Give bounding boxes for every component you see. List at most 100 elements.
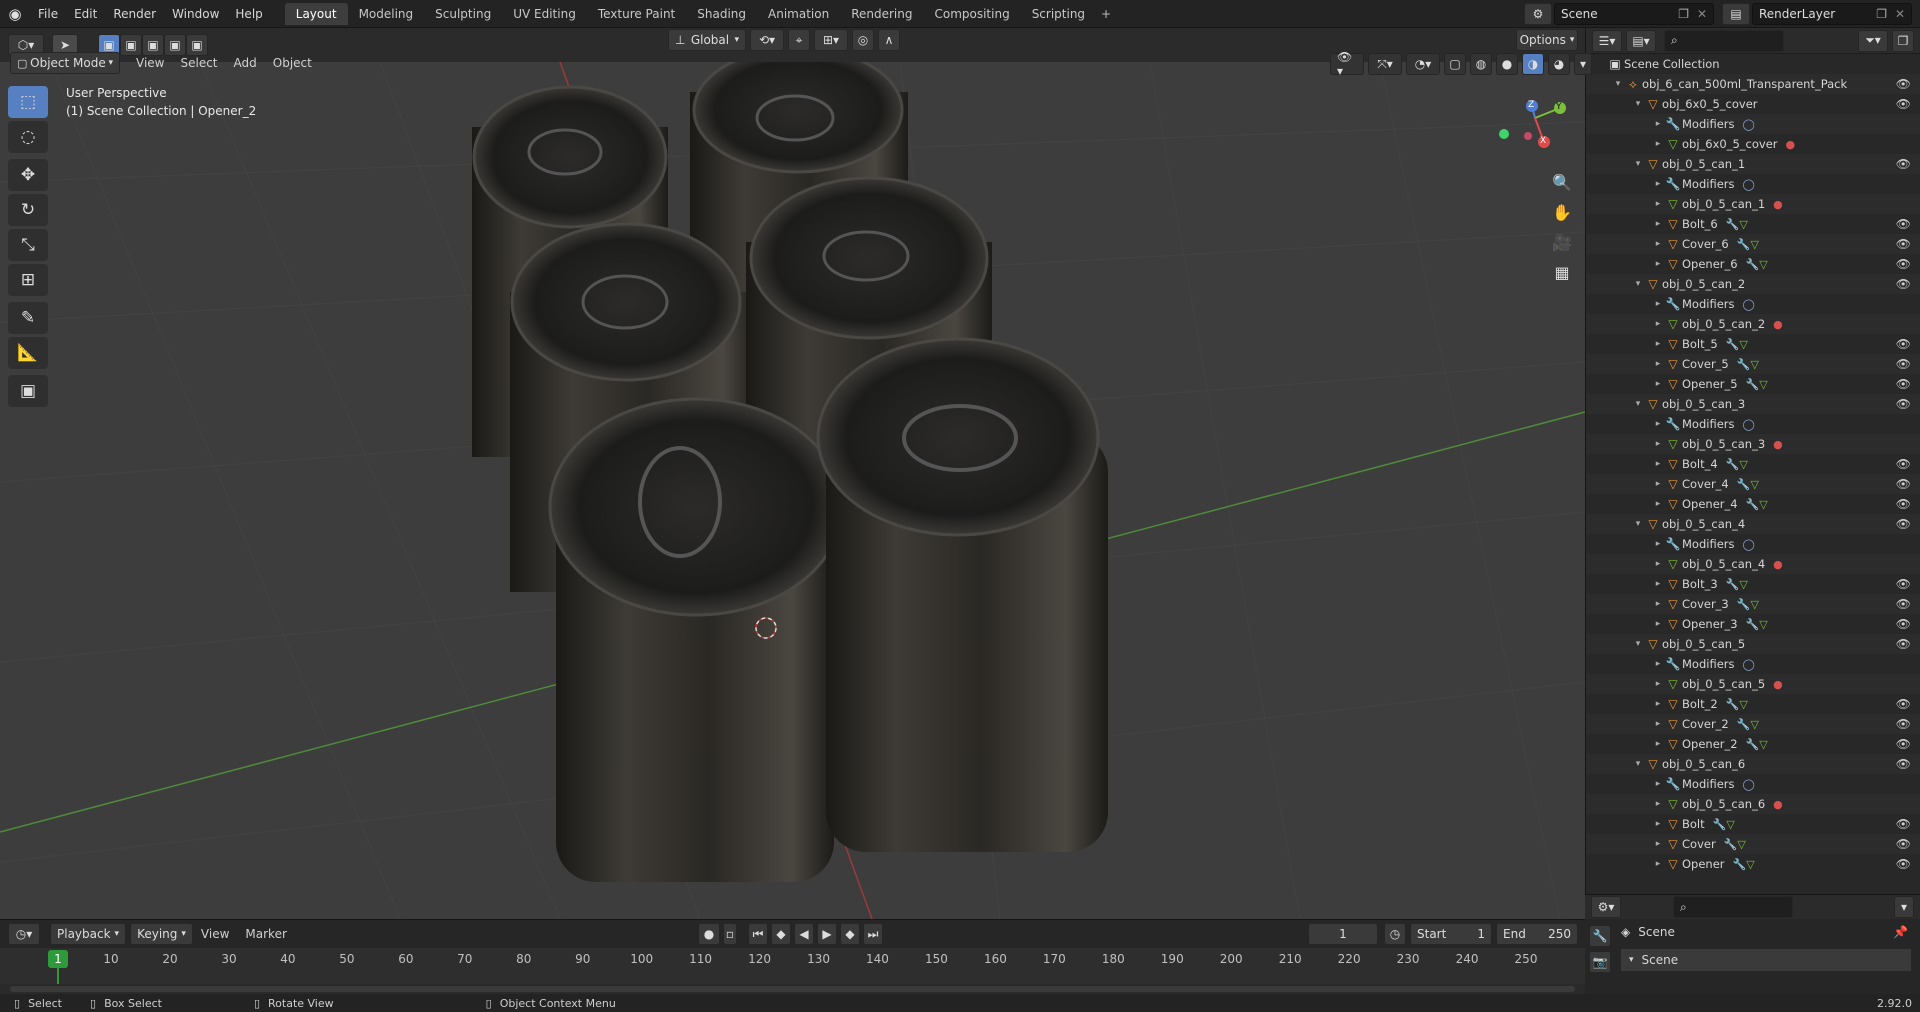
outliner-row[interactable]: ▾ ⟡ obj_6_can_500ml_Transparent_Pack 👁 [1586,74,1920,94]
expand-toggle-icon[interactable]: ▸ [1652,299,1664,309]
keying-dropdown[interactable]: Keying ▾ [130,923,193,945]
camera-view-icon[interactable]: 🎥 [1548,228,1576,256]
material-badge-icon[interactable]: ● [1786,138,1796,151]
modifier-mesh-badge-icon[interactable]: 🔧▽ [1746,498,1768,511]
modifier-mesh-badge-icon[interactable]: 🔧▽ [1737,478,1759,491]
outliner-row[interactable]: ▸ ▽ Opener_2 🔧▽ 👁 [1586,734,1920,754]
menu-window[interactable]: Window [164,0,227,28]
expand-toggle-icon[interactable]: ▸ [1652,499,1664,509]
modifier-mesh-badge-icon[interactable]: 🔧▽ [1737,238,1759,251]
modifier-mesh-badge-icon[interactable]: 🔧▽ [1713,818,1735,831]
outliner-row[interactable]: ▸ ▽ obj_0_5_can_1 ● [1586,194,1920,214]
proportional-edit-icon[interactable]: ◎ [852,29,874,51]
outliner-row[interactable]: ▸ 🔧 Modifiers ◯ [1586,294,1920,314]
overlay-icon[interactable]: ◔▾ [1406,53,1440,75]
timeline-editor-type-icon[interactable]: ◷▾ [8,923,40,945]
visibility-eye-icon[interactable]: 👁 [1896,477,1911,491]
expand-toggle-icon[interactable]: ▾ [1632,99,1644,109]
expand-toggle-icon[interactable]: ▸ [1652,119,1664,129]
outliner-row[interactable]: ▸ 🔧 Modifiers ◯ [1586,654,1920,674]
modifier-badge-icon[interactable]: ◯ [1743,538,1755,551]
tab-layout[interactable]: Layout [284,2,348,25]
expand-toggle-icon[interactable]: ▸ [1652,559,1664,569]
transform-tool-icon[interactable]: ⊞ [8,264,48,296]
modifier-mesh-badge-icon[interactable]: 🔧▽ [1733,858,1755,871]
visibility-eye-icon[interactable]: 👁 [1896,457,1911,471]
modifier-mesh-badge-icon[interactable]: 🔧▽ [1746,378,1768,391]
can-front-left[interactable] [548,397,844,882]
expand-toggle-icon[interactable]: ▾ [1632,159,1644,169]
visibility-eye-icon[interactable]: 👁 [1896,497,1911,511]
outliner-row[interactable]: ▾ ▽ obj_0_5_can_1 👁 [1586,154,1920,174]
expand-toggle-icon[interactable]: ▸ [1652,679,1664,689]
expand-toggle-icon[interactable]: ▾ [1612,79,1624,89]
tab-modeling[interactable]: Modeling [348,3,425,25]
tool-tab-icon[interactable]: 🔧 [1589,925,1611,947]
modifier-mesh-badge-icon[interactable]: 🔧▽ [1726,218,1748,231]
visibility-eye-icon[interactable]: 👁 [1896,597,1911,611]
menu-view[interactable]: View [128,56,172,70]
expand-toggle-icon[interactable]: ▸ [1652,659,1664,669]
menu-help[interactable]: Help [227,0,270,28]
playback-dropdown[interactable]: Playback ▾ [50,923,127,945]
move-tool-icon[interactable]: ✥ [8,159,48,191]
auto-key-icon[interactable]: ▫ [723,923,737,945]
jump-end-icon[interactable]: ⏭ [863,923,883,945]
expand-toggle-icon[interactable]: ▸ [1652,819,1664,829]
tab-sculpting[interactable]: Sculpting [424,3,502,25]
annotate-tool-icon[interactable]: ✎ [8,302,48,334]
visibility-eye-icon[interactable]: 👁 [1896,337,1911,351]
expand-toggle-icon[interactable]: ▸ [1652,719,1664,729]
modifier-mesh-badge-icon[interactable]: 🔧▽ [1737,598,1759,611]
zoom-icon[interactable]: 🔍 [1548,168,1576,196]
tab-animation[interactable]: Animation [757,3,840,25]
render-layer-icon[interactable]: ▤ [1722,3,1750,25]
falloff-icon[interactable]: ∧ [878,29,900,51]
tab-shading[interactable]: Shading [686,3,757,25]
expand-toggle-icon[interactable]: ▸ [1652,799,1664,809]
outliner-row[interactable]: ▸ ▽ Bolt_3 🔧▽ 👁 [1586,574,1920,594]
menu-object[interactable]: Object [265,56,320,70]
outliner-row[interactable]: ▸ ▽ obj_6x0_5_cover ● [1586,134,1920,154]
snap-icon[interactable]: ⌖ [788,29,810,51]
modifier-mesh-badge-icon[interactable]: 🔧▽ [1737,718,1759,731]
material-badge-icon[interactable]: ● [1773,198,1783,211]
expand-toggle-icon[interactable]: ▸ [1652,179,1664,189]
prev-keyframe-icon[interactable]: ◆ [771,923,791,945]
timeline-scrollbar[interactable] [10,986,1575,992]
options-dropdown[interactable]: Options ▾ [1516,29,1578,51]
expand-toggle-icon[interactable]: ▸ [1652,359,1664,369]
expand-toggle-icon[interactable]: ▸ [1652,139,1664,149]
play-icon[interactable]: ▶ [817,923,837,945]
outliner-row[interactable]: ▸ 🔧 Modifiers ◯ [1586,414,1920,434]
expand-toggle-icon[interactable]: ▸ [1652,459,1664,469]
render-layer-selector[interactable]: RenderLayer ❐ ✕ [1752,3,1912,25]
new-collection-icon[interactable]: ❐ [1892,29,1914,52]
visibility-eye-icon[interactable]: 👁 [1896,837,1911,851]
copy-icon[interactable]: ❐ [1876,7,1887,21]
visibility-eye-icon[interactable]: 👁 [1896,617,1911,631]
tab-rendering[interactable]: Rendering [840,3,923,25]
menu-add[interactable]: Add [226,56,265,70]
snap-target-icon[interactable]: ⊞▾ [814,29,848,51]
expand-toggle-icon[interactable]: ▸ [1652,259,1664,269]
modifier-badge-icon[interactable]: ◯ [1743,298,1755,311]
expand-toggle-icon[interactable]: ▸ [1652,219,1664,229]
expand-toggle-icon[interactable]: ▸ [1652,579,1664,589]
scene-panel[interactable]: ▾ Scene [1621,949,1911,971]
next-keyframe-icon[interactable]: ◆ [840,923,860,945]
tab-texture-paint[interactable]: Texture Paint [587,3,686,25]
outliner-row[interactable]: ▸ ▽ Cover 🔧▽ 👁 [1586,834,1920,854]
expand-toggle-icon[interactable]: ▸ [1652,339,1664,349]
render-tab-icon[interactable]: 📷 [1589,951,1611,973]
outliner-row[interactable]: ▸ ▽ Cover_2 🔧▽ 👁 [1586,714,1920,734]
visibility-eye-icon[interactable]: 👁 [1896,157,1911,171]
expand-toggle-icon[interactable]: ▸ [1652,199,1664,209]
outliner-row[interactable]: ▸ ▽ Bolt_4 🔧▽ 👁 [1586,454,1920,474]
outliner-row[interactable]: ▸ ▽ Cover_6 🔧▽ 👁 [1586,234,1920,254]
outliner-row[interactable]: ▾ ▽ obj_0_5_can_2 👁 [1586,274,1920,294]
expand-toggle-icon[interactable]: ▸ [1652,419,1664,429]
visibility-eye-icon[interactable]: 👁 [1896,757,1911,771]
shading-options-icon[interactable]: ▾ [1574,53,1592,75]
material-badge-icon[interactable]: ● [1773,438,1783,451]
